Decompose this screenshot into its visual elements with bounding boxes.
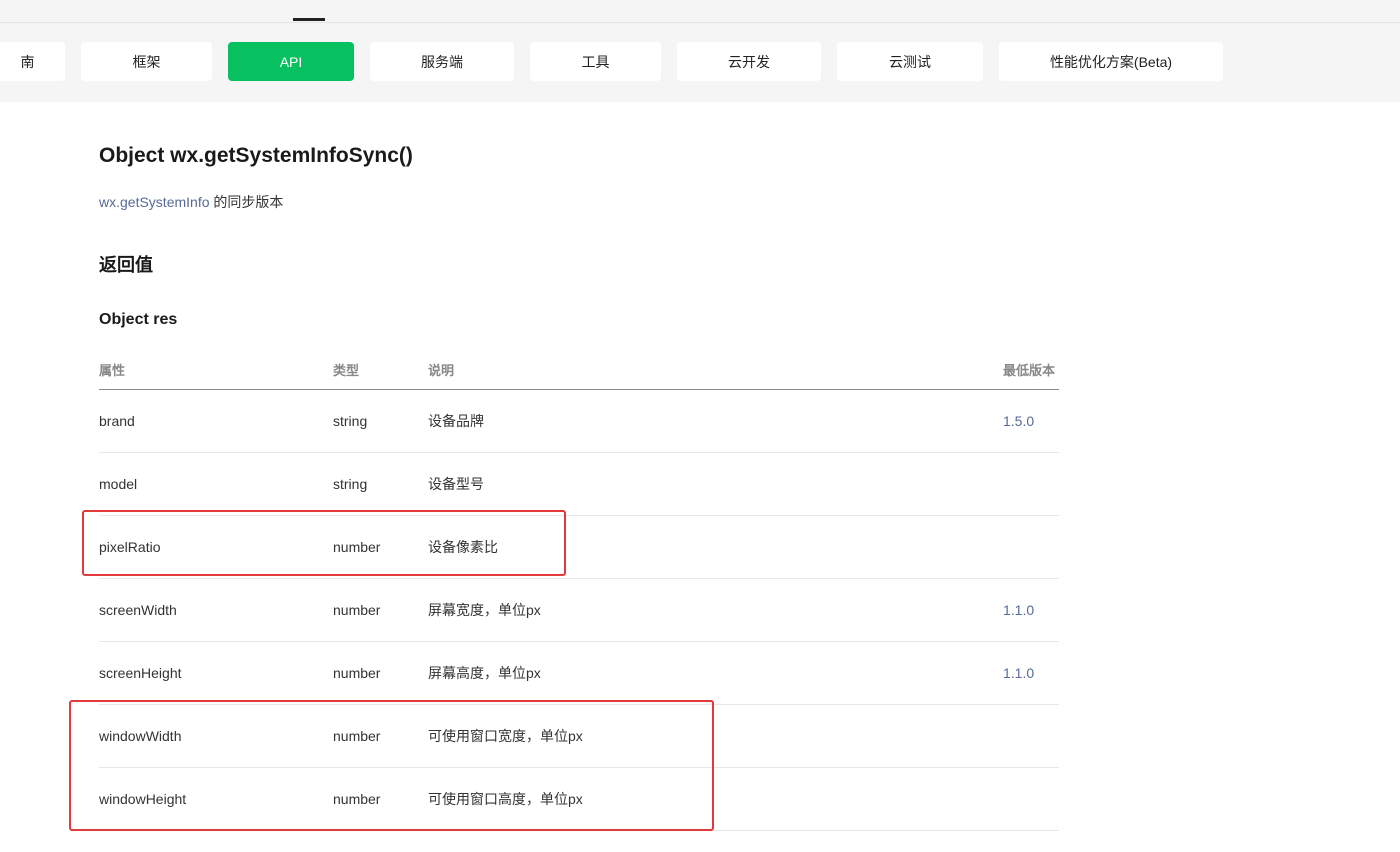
cell-version [1003, 705, 1063, 767]
tab-label: 云测试 [889, 53, 931, 70]
cell-type: number [333, 665, 381, 681]
cell-version[interactable]: 1.1.0 [1003, 642, 1063, 704]
tab-api[interactable]: API [228, 42, 354, 81]
cell-version [1003, 516, 1063, 578]
cell-type: string [333, 413, 368, 429]
cell-type: string [333, 476, 368, 492]
top-nav-bar: 南 框架 API 服务端 工具 云开发 云测试 性能优化方案(Beta) [0, 0, 1400, 102]
tab-label: 框架 [132, 53, 161, 70]
subtitle-link[interactable]: wx.getSystemInfo [99, 194, 210, 210]
page-subtitle: wx.getSystemInfo 的同步版本 [99, 192, 283, 212]
cell-prop: screenHeight [99, 665, 182, 681]
cell-version[interactable]: 1.1.0 [1003, 579, 1063, 641]
sub-section-title: Object res [99, 311, 178, 328]
tab-framework[interactable]: 框架 [81, 42, 212, 81]
header-desc: 说明 [428, 362, 455, 378]
cell-desc: 屏幕高度，单位px [428, 665, 541, 681]
cell-desc: 设备品牌 [428, 413, 484, 429]
tab-guide[interactable]: 南 [0, 42, 65, 81]
tab-cloud-test[interactable]: 云测试 [837, 42, 983, 81]
highlight-box-window-size [69, 700, 714, 831]
cell-type: number [333, 602, 381, 618]
table-header: 属性 类型 说明 最低版本 [99, 345, 1059, 390]
table-row: model string 设备型号 [99, 453, 1059, 516]
section-title: 返回值 [99, 255, 153, 275]
tab-label: 云开发 [728, 53, 770, 70]
cell-prop: brand [99, 413, 135, 429]
tab-label: API [279, 53, 303, 70]
tab-label: 服务端 [421, 53, 463, 70]
tab-label: 南 [20, 53, 35, 70]
tab-label: 工具 [581, 53, 610, 70]
cell-prop: model [99, 476, 138, 492]
tab-server[interactable]: 服务端 [370, 42, 514, 81]
cell-version [1003, 768, 1063, 830]
active-indicator [293, 18, 325, 21]
tab-performance[interactable]: 性能优化方案(Beta) [999, 42, 1223, 81]
table-row: brand string 设备品牌 1.5.0 [99, 390, 1059, 453]
tab-tools[interactable]: 工具 [530, 42, 661, 81]
header-type: 类型 [333, 362, 360, 378]
nav-divider [0, 22, 1400, 23]
highlight-box-pixelratio [82, 510, 566, 576]
cell-version[interactable]: 1.5.0 [1003, 390, 1063, 452]
cell-desc: 屏幕宽度，单位px [428, 602, 541, 618]
tab-label: 性能优化方案(Beta) [1049, 53, 1173, 70]
table-row: screenHeight number 屏幕高度，单位px 1.1.0 [99, 642, 1059, 705]
subtitle-text: 的同步版本 [209, 194, 284, 210]
cell-desc: 设备型号 [428, 476, 484, 492]
tab-cloud-dev[interactable]: 云开发 [677, 42, 821, 81]
page-title: Object wx.getSystemInfoSync() [99, 144, 413, 167]
table-row: screenWidth number 屏幕宽度，单位px 1.1.0 [99, 579, 1059, 642]
header-prop: 属性 [99, 362, 126, 378]
cell-prop: screenWidth [99, 602, 177, 618]
header-version: 最低版本 [1003, 362, 1056, 378]
cell-version [1003, 453, 1063, 515]
